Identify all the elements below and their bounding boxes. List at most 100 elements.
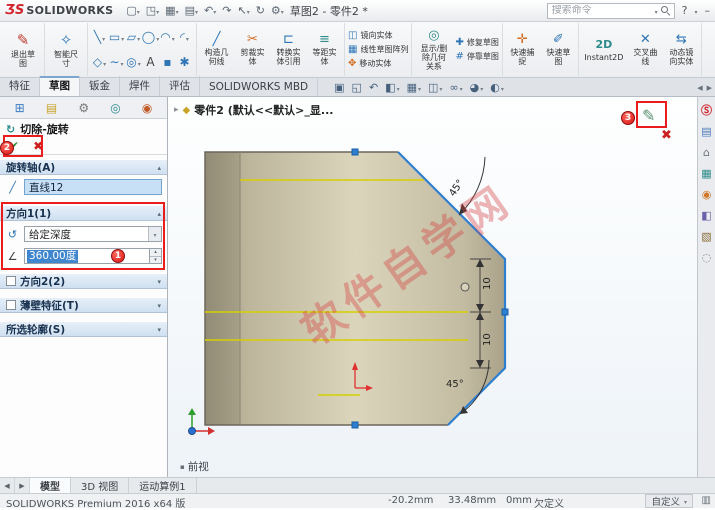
spinner-down-icon[interactable] bbox=[150, 256, 161, 264]
angle-45-bottom[interactable]: 45° bbox=[446, 379, 464, 390]
model-canvas[interactable]: 10 10 45° 45° bbox=[168, 97, 697, 477]
tab-model[interactable]: 模型 bbox=[30, 478, 71, 493]
tab-sketch[interactable]: 草图 bbox=[40, 76, 80, 96]
axis-selection-field[interactable]: 直线12 bbox=[24, 179, 162, 195]
linear-sketch-pattern-button[interactable]: ▦线性草图阵列 bbox=[348, 44, 408, 55]
arc-button[interactable]: ◠ bbox=[160, 30, 175, 44]
sketch-fillet-button[interactable]: ◜ bbox=[180, 30, 189, 44]
axis-of-revolution-section[interactable]: 旋转轴(A) bbox=[0, 159, 167, 175]
redo-button[interactable]: ↷ bbox=[219, 2, 234, 20]
design-library-icon[interactable]: ▤ bbox=[701, 126, 711, 138]
pane-next-arrow-icon[interactable]: ▶ bbox=[707, 84, 712, 92]
options-button[interactable]: ⚙ bbox=[268, 2, 287, 20]
custom-units-dropdown[interactable]: 自定义 bbox=[645, 494, 693, 508]
display-delete-relations-button[interactable]: ◎ 显示/删 除几何 关系 bbox=[415, 24, 452, 76]
quick-snaps-button[interactable]: ✛ 快速捕 捉 bbox=[506, 24, 539, 76]
confirmation-corner-ok-button[interactable]: ✎ bbox=[642, 106, 655, 125]
line-button[interactable]: ╲ bbox=[94, 30, 105, 44]
breadcrumb[interactable]: ▸ ◆ 零件2 (默认<<默认>_显... bbox=[174, 102, 333, 118]
pane-prev-arrow-icon[interactable]: ◀ bbox=[697, 84, 702, 92]
dimxpertmanager-tab-icon[interactable]: ◎ bbox=[110, 101, 120, 115]
angle-spinner[interactable] bbox=[150, 248, 162, 264]
apply-scene-button[interactable]: ◐ bbox=[490, 81, 504, 94]
save-button[interactable]: ▦ bbox=[162, 2, 181, 20]
selection-handle[interactable] bbox=[352, 422, 358, 428]
dynamic-mirror-button[interactable]: ⇆ 动态镜 向实体 bbox=[665, 24, 698, 76]
dimension-10-upper[interactable]: 10 bbox=[482, 277, 493, 290]
sketch-text-button[interactable]: A bbox=[146, 55, 154, 69]
direction2-checkbox[interactable] bbox=[6, 276, 16, 286]
featuremanager-tab-icon[interactable]: ⊞ bbox=[15, 101, 25, 115]
instant2d-button[interactable]: 2D Instant2D bbox=[582, 24, 626, 76]
offset-entities-button[interactable]: ≡ 等距实 体 bbox=[308, 24, 341, 76]
selected-contours-section[interactable]: 所选轮廓(S) bbox=[0, 321, 167, 337]
collapse-chevron-icon[interactable] bbox=[157, 207, 161, 219]
select-button[interactable]: ↖ bbox=[234, 2, 252, 20]
construction-geometry-button[interactable]: ╱ 构造几 何线 bbox=[200, 24, 233, 76]
end-condition-dropdown[interactable]: 给定深度 bbox=[24, 226, 162, 242]
smart-dimension-button[interactable]: ✧ 智能尺 寸 bbox=[48, 24, 84, 76]
selection-handle[interactable] bbox=[352, 149, 358, 155]
solidworks-resources-icon[interactable]: Ⓢ bbox=[701, 105, 712, 117]
exit-sketch-button[interactable]: ✎ 退出草 图 bbox=[5, 24, 41, 76]
intersection-curve-button[interactable]: ✕ 交叉曲 线 bbox=[629, 24, 662, 76]
dimension-10-lower[interactable]: 10 bbox=[482, 333, 493, 346]
direction1-section[interactable]: 方向1(1) bbox=[0, 205, 167, 221]
tab-solidworks-mbd[interactable]: SOLIDWORKS MBD bbox=[200, 79, 318, 96]
display-style-button[interactable]: ◫ bbox=[428, 81, 442, 94]
direction2-section[interactable]: 方向2(2) bbox=[0, 273, 167, 289]
repair-sketch-button[interactable]: ✚修复草图 bbox=[455, 37, 498, 48]
view-palette-icon[interactable]: ▦ bbox=[701, 168, 711, 180]
hide-show-items-button[interactable]: ∞ bbox=[449, 81, 462, 94]
confirmation-corner-cancel-button[interactable]: ✖ bbox=[661, 128, 672, 143]
tab-scroll-prev-icon[interactable]: ◀ bbox=[0, 478, 15, 493]
help-dropdown-icon[interactable] bbox=[694, 4, 697, 17]
search-icon[interactable] bbox=[661, 6, 670, 15]
file-explorer-icon[interactable]: ⌂ bbox=[703, 147, 710, 159]
ellipse-button[interactable]: ◎ bbox=[126, 55, 141, 69]
rebuild-button[interactable]: ↻ bbox=[253, 2, 268, 20]
rapid-sketch-button[interactable]: ✐ 快速草 图 bbox=[542, 24, 575, 76]
thin-feature-checkbox[interactable] bbox=[6, 300, 16, 310]
scenes-icon[interactable]: ◧ bbox=[701, 210, 711, 222]
spline-button[interactable]: ∼ bbox=[109, 55, 123, 69]
cancel-button[interactable]: ✖ bbox=[33, 140, 43, 152]
custom-properties-icon[interactable]: ▧ bbox=[701, 231, 711, 243]
tab-3d-views[interactable]: 3D 视图 bbox=[71, 478, 129, 493]
previous-view-button[interactable]: ↶ bbox=[369, 81, 378, 94]
help-button[interactable]: ? bbox=[682, 4, 688, 17]
collapse-chevron-icon[interactable] bbox=[157, 161, 161, 173]
forum-icon[interactable]: ◌ bbox=[702, 252, 712, 264]
angle-input[interactable]: 360.00度 bbox=[24, 248, 150, 264]
point-button[interactable]: ▪ bbox=[163, 55, 171, 69]
configurationmanager-tab-icon[interactable]: ⚙ bbox=[78, 101, 89, 115]
search-input[interactable] bbox=[552, 5, 652, 16]
dropdown-arrow-box[interactable] bbox=[148, 227, 161, 241]
section-view-button[interactable]: ◧ bbox=[385, 81, 399, 94]
tab-scroll-next-icon[interactable]: ▶ bbox=[15, 478, 30, 493]
tab-sheet-metal[interactable]: 钣金 bbox=[80, 76, 120, 96]
mirror-entities-button[interactable]: ◫镜向实体 bbox=[348, 30, 408, 41]
expand-chevron-icon[interactable] bbox=[157, 323, 161, 335]
sketch-pattern-button[interactable]: ✱ bbox=[179, 55, 189, 69]
zoom-area-button[interactable]: ◱ bbox=[352, 81, 362, 94]
tab-features[interactable]: 特征 bbox=[0, 76, 40, 96]
tab-motion-study[interactable]: 运动算例1 bbox=[129, 478, 196, 493]
rectangle-button[interactable]: ▭ bbox=[109, 30, 124, 44]
flyout-tree-arrow-icon[interactable]: ▸ bbox=[174, 105, 179, 115]
thin-feature-section[interactable]: 薄壁特征(T) bbox=[0, 297, 167, 313]
command-search[interactable] bbox=[547, 3, 675, 19]
propertymanager-tab-icon[interactable]: ▤ bbox=[46, 101, 57, 115]
selection-handle[interactable] bbox=[502, 309, 508, 315]
open-file-button[interactable]: ◳ bbox=[143, 2, 162, 20]
trim-entities-button[interactable]: ✂ 剪裁实 体 bbox=[236, 24, 269, 76]
new-file-button[interactable]: ▢ bbox=[123, 2, 142, 20]
angle-45-top[interactable]: 45° bbox=[447, 178, 466, 199]
reverse-direction-icon[interactable]: ↺ bbox=[5, 228, 20, 241]
tab-evaluate[interactable]: 评估 bbox=[160, 76, 200, 96]
slot-button[interactable]: ▱ bbox=[127, 30, 140, 44]
search-scope-arrow-icon[interactable] bbox=[655, 4, 658, 17]
convert-entities-button[interactable]: ⊏ 转换实 体引用 bbox=[272, 24, 305, 76]
undo-button[interactable]: ↶ bbox=[201, 2, 219, 20]
graphics-viewport[interactable]: 10 10 45° 45° 软件自学网 ▸ ◆ 零件2 (默认<<默认>_显..… bbox=[168, 97, 697, 477]
